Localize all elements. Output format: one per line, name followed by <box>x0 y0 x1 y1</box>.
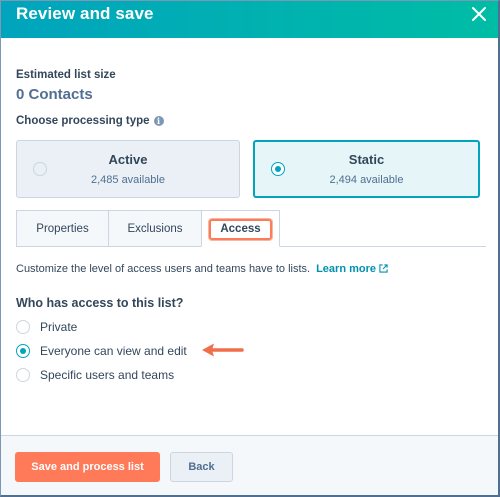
processing-type-label-text: Choose processing type <box>16 115 150 127</box>
info-icon[interactable]: i <box>153 116 164 126</box>
processing-active-available: 2,485 available <box>90 174 165 186</box>
panel-header: Review and save <box>1 1 498 38</box>
tab-bar: Properties Exclusions Access <box>16 210 486 247</box>
access-description-text: Customize the level of access users and … <box>16 263 311 275</box>
list-size-value: 0 Contacts <box>16 86 93 103</box>
access-description: Customize the level of access users and … <box>16 263 388 275</box>
tab-access[interactable]: Access <box>201 210 280 247</box>
list-size-label: Estimated list size <box>16 69 116 81</box>
close-icon[interactable] <box>469 4 489 24</box>
back-button[interactable]: Back <box>170 452 233 482</box>
access-private-label: Private <box>40 320 78 334</box>
tab-access-label: Access <box>209 219 272 240</box>
access-private-radio[interactable] <box>16 320 30 334</box>
processing-option-active[interactable]: Active 2,485 available <box>16 140 240 198</box>
processing-static-title: Static <box>348 152 385 167</box>
review-and-save-panel: Review and save Estimated list size 0 Co… <box>0 0 500 497</box>
tab-exclusions[interactable]: Exclusions <box>108 210 202 247</box>
access-everyone-radio[interactable] <box>16 344 30 358</box>
access-specific-label: Specific users and teams <box>40 368 175 382</box>
panel-title: Review and save <box>16 4 154 23</box>
external-link-icon <box>379 264 388 273</box>
learn-more-link[interactable]: Learn more <box>316 263 388 275</box>
access-specific-radio[interactable] <box>16 368 30 382</box>
processing-option-static[interactable]: Static 2,494 available <box>253 140 480 198</box>
processing-static-available: 2,494 available <box>329 174 404 186</box>
access-question: Who has access to this list? <box>16 296 184 310</box>
arrow-annotation-icon <box>202 343 244 357</box>
processing-type-label: Choose processing type i <box>16 115 164 127</box>
learn-more-label: Learn more <box>316 263 376 275</box>
access-everyone-label: Everyone can view and edit <box>40 344 187 358</box>
tab-properties[interactable]: Properties <box>16 210 109 247</box>
processing-active-title: Active <box>108 152 148 167</box>
save-and-process-button[interactable]: Save and process list <box>15 452 160 482</box>
panel-footer: Save and process list Back <box>1 435 498 495</box>
